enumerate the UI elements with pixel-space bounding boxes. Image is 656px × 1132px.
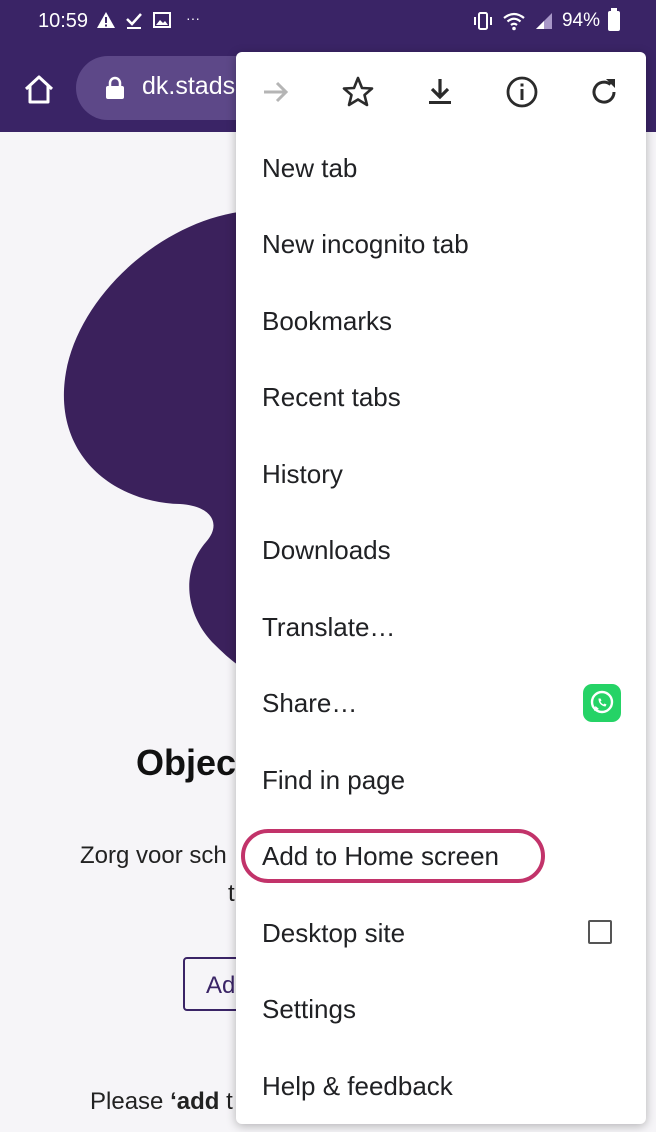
vibrate-icon (473, 12, 492, 30)
menu-item-label: Help & feedback (262, 1071, 453, 1101)
status-time: 10:59 (38, 10, 89, 32)
signal-icon (535, 13, 552, 29)
menu-item-new-tab[interactable]: New tab (236, 131, 646, 207)
page-intro-text: Zorg voor sch (80, 842, 227, 869)
url-text: dk.stads (142, 72, 236, 100)
instruction-bold: ‘add (170, 1088, 220, 1115)
instruction-prefix: Please (90, 1088, 171, 1115)
download-icon[interactable] (422, 74, 458, 110)
menu-item-translate[interactable]: Translate… (236, 590, 646, 666)
menu-icon-row (236, 52, 646, 132)
menu-item-label: History (262, 459, 343, 489)
menu-item-label: Find in page (262, 765, 406, 795)
battery-icon (608, 8, 620, 31)
info-icon[interactable] (504, 74, 540, 110)
more-notifications: ··· (186, 10, 200, 26)
menu-item-recent-tabs[interactable]: Recent tabs (236, 360, 646, 436)
menu-item-label: Settings (262, 994, 356, 1024)
menu-item-bookmarks[interactable]: Bookmarks (236, 284, 646, 360)
desktop-site-checkbox[interactable] (588, 920, 612, 944)
warning-icon (97, 12, 115, 28)
menu-item-share[interactable]: Share… (236, 666, 646, 742)
menu-item-label: Desktop site (262, 918, 406, 948)
page-instruction-text: Please ‘add t (90, 1088, 233, 1116)
image-icon (153, 12, 171, 28)
instruction-suffix: t (219, 1088, 233, 1115)
check-icon (126, 13, 142, 29)
whatsapp-glyph-icon (590, 690, 614, 714)
system-icons: 94% (472, 8, 620, 32)
menu-item-downloads[interactable]: Downloads (236, 513, 646, 589)
menu-item-history[interactable]: History (236, 437, 646, 513)
wifi-icon (503, 12, 525, 31)
browser-overflow-menu: New tab New incognito tab Bookmarks Rece… (236, 52, 646, 1124)
menu-item-label: New incognito tab (262, 229, 469, 259)
status-bar: 10:59 ··· 94% (0, 0, 656, 44)
menu-item-label: Translate… (262, 612, 396, 642)
menu-item-label: New tab (262, 153, 358, 183)
whatsapp-icon[interactable] (583, 684, 621, 722)
page-heading: Objec (136, 742, 237, 783)
forward-icon[interactable] (258, 74, 294, 110)
menu-item-find-in-page[interactable]: Find in page (236, 743, 646, 819)
page-intro-text-2: t (228, 880, 235, 907)
menu-item-help-feedback[interactable]: Help & feedback (236, 1049, 646, 1125)
menu-item-desktop-site[interactable]: Desktop site (236, 896, 646, 972)
menu-item-label: Recent tabs (262, 382, 401, 412)
highlight-ring (241, 829, 545, 883)
menu-item-settings[interactable]: Settings (236, 972, 646, 1048)
refresh-icon[interactable] (586, 74, 622, 110)
bookmark-star-icon[interactable] (340, 74, 376, 110)
menu-item-new-incognito-tab[interactable]: New incognito tab (236, 207, 646, 283)
notification-icons: ··· (96, 10, 200, 30)
menu-item-label: Share… (262, 688, 358, 718)
home-icon[interactable] (22, 72, 56, 106)
menu-item-label: Downloads (262, 535, 391, 565)
lock-icon (106, 76, 124, 99)
battery-percent: 94% (561, 10, 600, 31)
menu-item-label: Bookmarks (262, 306, 393, 336)
